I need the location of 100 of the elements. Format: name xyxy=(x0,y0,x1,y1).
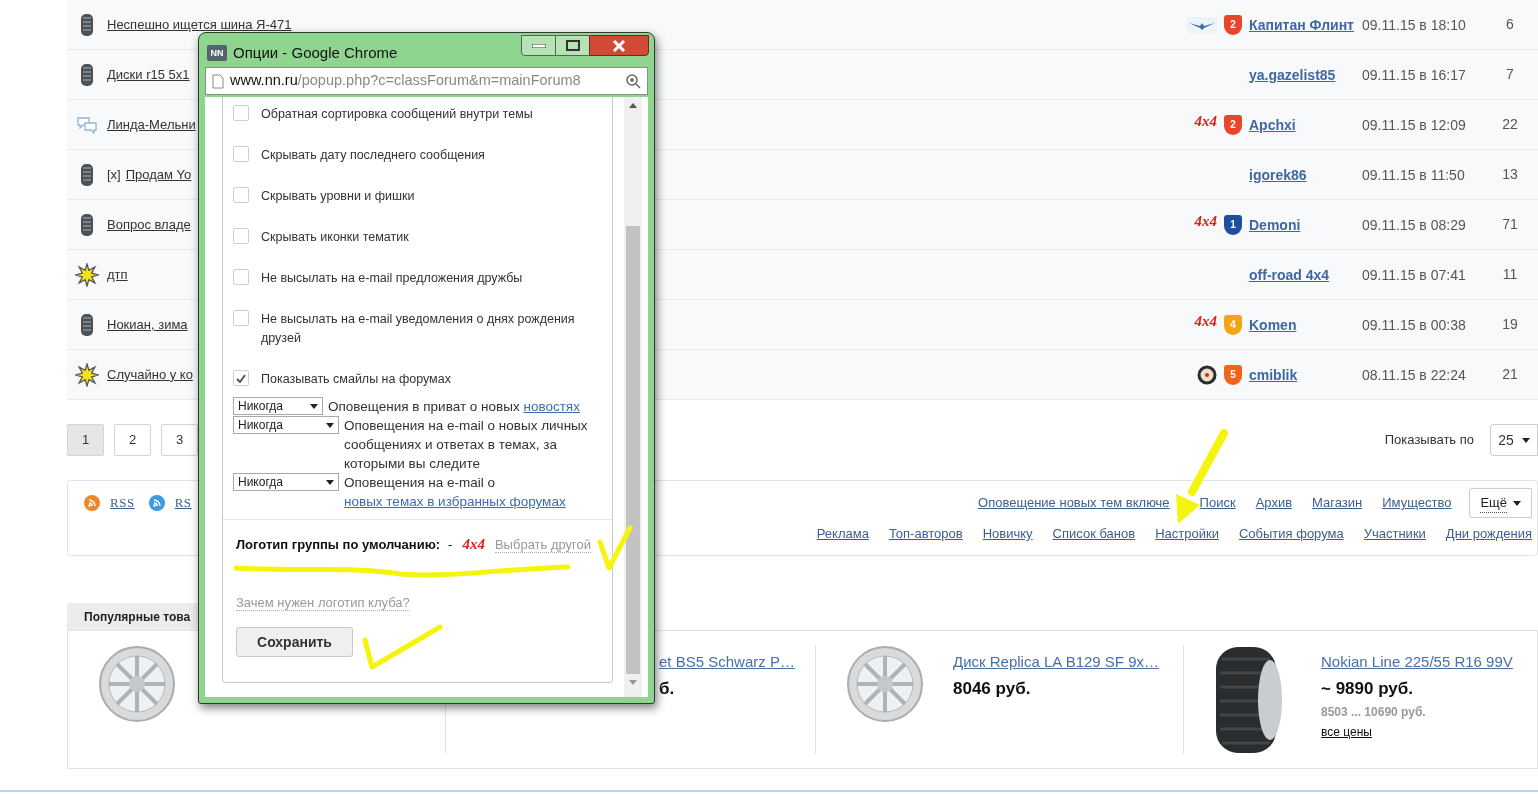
scrollbar[interactable] xyxy=(624,97,642,697)
nav-link[interactable]: Оповещение новых тем включе xyxy=(978,493,1170,513)
notification-link[interactable]: новостях xyxy=(523,399,580,414)
user-link[interactable]: cmiblik xyxy=(1249,366,1298,383)
star-icon xyxy=(75,262,99,287)
checkbox[interactable] xyxy=(233,105,249,121)
user-link[interactable]: Demoni xyxy=(1249,216,1301,233)
url-text: www.nn.ru/popup.php?c=classForum&m=mainForum8 xyxy=(230,71,581,91)
scroll-up-icon[interactable] xyxy=(629,103,637,108)
check-mark-drawing xyxy=(597,525,633,571)
product-link[interactable]: et BS5 Schwarz P… xyxy=(659,651,795,674)
user-link[interactable]: off-road 4x4 xyxy=(1249,266,1330,283)
notification-text: Оповещения на e-mail о новых темах в избранных форумах xyxy=(344,474,567,511)
page-icon xyxy=(212,73,224,89)
topic-link[interactable]: Нокиан, зима xyxy=(107,316,188,332)
rank-badge: 1 xyxy=(1224,214,1242,235)
nav-link[interactable]: Новичку xyxy=(982,524,1033,544)
checkbox[interactable] xyxy=(233,269,249,285)
reply-count: 21 xyxy=(1502,365,1518,384)
club-logo: 4x4 xyxy=(1194,312,1217,332)
option-label: Показывать смайлы на форумах xyxy=(261,371,452,388)
rank-badge: 2 xyxy=(1224,14,1242,35)
user-link[interactable]: Komen xyxy=(1249,316,1297,333)
rank-badge: 2 xyxy=(1224,114,1242,135)
minimize-button[interactable] xyxy=(521,35,556,56)
topic-prefix: [x] xyxy=(107,166,121,182)
address-bar[interactable]: www.nn.ru/popup.php?c=classForum&m=mainForum8 xyxy=(205,67,648,95)
nav-link[interactable]: Магазин xyxy=(1312,493,1363,513)
reply-count: 22 xyxy=(1502,115,1518,134)
reply-count: 6 xyxy=(1506,15,1514,34)
select-field[interactable]: Никогда xyxy=(233,397,323,415)
window-title: Опции - Google Chrome xyxy=(233,43,398,63)
logo-dash: - xyxy=(448,537,453,552)
rss-link[interactable]: RSS xyxy=(110,493,135,513)
reply-count: 7 xyxy=(1506,65,1514,84)
checkbox[interactable] xyxy=(233,187,249,203)
reply-count: 13 xyxy=(1502,165,1518,184)
checkbox[interactable] xyxy=(233,146,249,162)
caret-icon xyxy=(310,403,318,409)
topic-link[interactable]: Неспешно ищется шина Я-471 xyxy=(107,16,292,32)
maximize-button[interactable] xyxy=(556,35,589,56)
price-range: 8503 ... 10690 руб. xyxy=(1321,704,1426,721)
club-logo: 4x4 xyxy=(1194,112,1217,132)
app-logo: NN xyxy=(207,45,227,62)
maximize-icon xyxy=(565,40,580,51)
nav-link[interactable]: События форума xyxy=(1238,524,1344,544)
nav-link[interactable]: Архив xyxy=(1255,493,1293,513)
nav-link[interactable]: Поиск xyxy=(1199,493,1236,513)
checkbox[interactable] xyxy=(233,228,249,244)
checkbox[interactable] xyxy=(233,370,249,386)
post-date: 09.11.15 в 07:41 xyxy=(1362,266,1466,283)
notification-link[interactable]: новых темах в избранных форумах xyxy=(344,494,566,509)
topic-link[interactable]: Диски r15 5х1 xyxy=(107,66,190,82)
checkbox[interactable] xyxy=(233,310,249,326)
reply-count: 19 xyxy=(1502,315,1518,334)
user-link[interactable]: Apchxi xyxy=(1249,116,1296,133)
reply-count: 11 xyxy=(1502,265,1518,284)
post-date: 09.11.15 в 00:38 xyxy=(1362,316,1466,333)
select-field[interactable]: Никогда xyxy=(233,416,339,434)
rss-link[interactable]: RS xyxy=(174,493,192,513)
user-link[interactable]: igorek86 xyxy=(1249,166,1307,183)
topic-link[interactable]: Продам Yo xyxy=(125,166,192,182)
nav-link[interactable]: Дни рождения xyxy=(1445,524,1532,544)
product-link[interactable]: Диск Replica LA B129 SF 9x… xyxy=(953,651,1160,674)
nav-link[interactable]: Настройки xyxy=(1155,524,1219,544)
per-page-label: Показывать по xyxy=(1384,431,1474,450)
user-link[interactable]: ya.gazelist85 xyxy=(1249,66,1336,83)
scrollbar-thumb[interactable] xyxy=(626,226,640,674)
club-logo: 4x4 xyxy=(1194,212,1217,232)
page-button[interactable]: 3 xyxy=(161,424,198,456)
minimize-icon xyxy=(531,43,546,48)
select-field[interactable]: Никогда xyxy=(233,473,339,491)
per-page-select[interactable]: 25 xyxy=(1490,424,1538,456)
scroll-down-icon[interactable] xyxy=(629,680,637,685)
option-label: Скрывать уровни и фишки xyxy=(261,188,416,205)
save-button[interactable]: Сохранить xyxy=(236,627,353,657)
nav-link[interactable]: Участники xyxy=(1363,524,1426,544)
post-date: 09.11.15 в 16:17 xyxy=(1362,66,1466,83)
user-link[interactable]: Капитан Флинт xyxy=(1249,16,1354,33)
close-button[interactable] xyxy=(589,35,649,56)
page-button[interactable]: 2 xyxy=(114,424,151,456)
product-link[interactable]: Nokian Line 225/55 R16 99V xyxy=(1321,651,1513,674)
topic-link[interactable]: Линда-Мельни xyxy=(107,116,196,132)
caret-icon xyxy=(326,479,334,485)
more-button[interactable]: Ещё xyxy=(1469,488,1532,518)
rank-badge: 4 xyxy=(1224,314,1242,335)
zoom-icon[interactable] xyxy=(626,73,641,89)
topic-link[interactable]: Вопрос владе xyxy=(107,216,191,232)
topic-link[interactable]: Случайно у ко xyxy=(107,366,193,382)
nav-link[interactable]: Реклама xyxy=(816,524,869,544)
product-price: ~ 9890 руб. xyxy=(1321,677,1414,700)
nav-link[interactable]: Список банов xyxy=(1052,524,1136,544)
topic-link[interactable]: дтп xyxy=(107,266,128,282)
nav-link[interactable]: Топ-авторов xyxy=(888,524,963,544)
page-button[interactable]: 1 xyxy=(67,424,104,456)
product-price: б. xyxy=(659,677,675,700)
post-date: 09.11.15 в 12:09 xyxy=(1362,116,1466,133)
wings-logo-icon xyxy=(1187,16,1217,33)
nav-link[interactable]: Имущество xyxy=(1382,493,1452,513)
all-prices-link[interactable]: все цены xyxy=(1321,723,1372,741)
